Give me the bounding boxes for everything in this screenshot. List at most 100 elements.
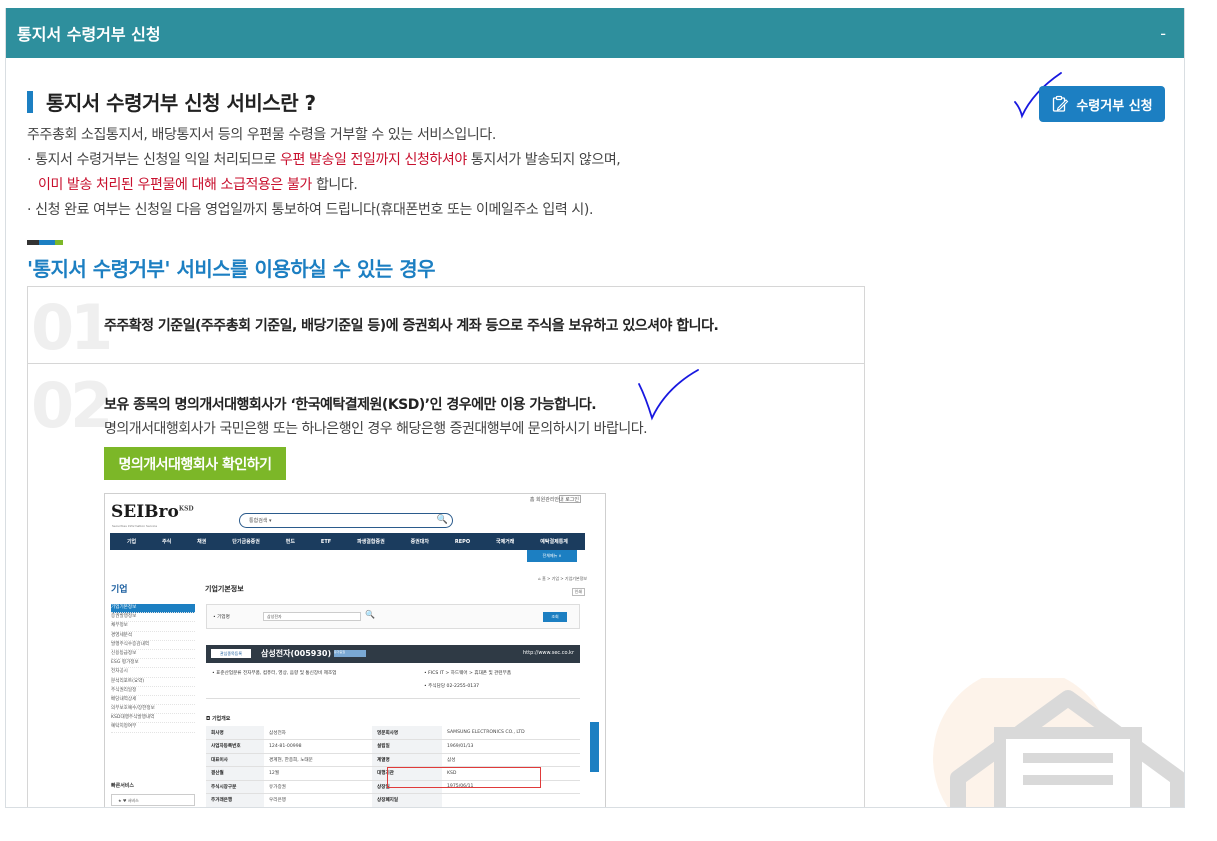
shot-search-input: 삼성전자 — [263, 612, 361, 621]
table-row: 대표이사 경계현, 한종희, 노태문 계열명 삼성 — [206, 753, 580, 767]
bullet-1-text-end: 통지서가 발송되지 않으며, — [466, 152, 621, 168]
title-bar — [27, 90, 33, 113]
table-cell: 대표이사 — [206, 753, 264, 767]
gnb-item: ETF — [320, 538, 332, 545]
shot-quick-box: ★ ♥ 서비스 — [111, 794, 195, 806]
gnb-item: 증권대차 — [410, 539, 429, 545]
table-cell: SAMSUNG ELECTRONICS CO., LTD — [442, 726, 580, 740]
table-cell: 12월 — [264, 766, 372, 781]
shot-lnb-title: 기업 — [111, 585, 128, 595]
shot-company-badge: 유가증권 — [334, 650, 366, 657]
seibro-screenshot: 홈 회원관리안내 로그인 SEIBroKSD Securities Inform… — [104, 493, 606, 807]
collapse-button[interactable]: - — [1160, 24, 1166, 43]
gnb-item: 국제거래 — [495, 539, 515, 545]
search-icon: 🔍 — [365, 610, 375, 619]
panel-header: 통지서 수령거부 신청 - — [6, 8, 1184, 58]
logo-text: SEIBro — [111, 502, 179, 522]
table-cell: 계열명 — [372, 753, 442, 767]
lnb-item: 채무정보 — [111, 622, 195, 632]
logo-sub: Securities Information Service — [112, 524, 158, 528]
lnb-item: 발행주식수증감내역 — [111, 641, 195, 650]
gnb-item: 기업 — [126, 539, 137, 545]
table-cell: 영문회사명 — [372, 726, 442, 740]
gnb-item: 주식 — [162, 539, 172, 545]
shot-info-a: • 표준산업분류 전자부품, 컴퓨터, 영상, 음향 및 통신장비 제조업 — [212, 671, 337, 676]
envelope-icon — [933, 678, 1184, 807]
check-mark-icon — [638, 369, 699, 421]
shot-gnb: 기업 주식 채권 단기금융증권 펀드 ETF 파생결합증권 증권대차 REPO … — [110, 533, 585, 550]
item-text: 주주확정 기준일(주주총회 기준일, 배당기준일 등)에 증권회사 계좌 등으로… — [104, 318, 719, 334]
shot-search-select: 통합검색 ▾ — [249, 518, 272, 524]
desc-line: 주주총회 소집통지서, 배당통지서 등의 우편물 수령을 거부할 수 있는 서비… — [27, 127, 496, 143]
table-cell — [442, 793, 580, 807]
shot-search-label: • 기업명 — [213, 615, 230, 620]
shot-search-box: • 기업명 삼성전자 🔍 조회 — [206, 604, 580, 629]
bullet-2: · 신청 완료 여부는 신청일 다음 영업일까지 통보하여 드립니다(휴대폰번호… — [27, 202, 594, 218]
apply-refusal-button[interactable]: 수령거부 신청 — [1039, 86, 1165, 122]
lnb-item: 기업기본정보 — [111, 604, 195, 614]
shot-top-links: 홈 회원관리안내 로그인 — [529, 497, 579, 503]
gnb-item: 채권 — [197, 539, 207, 545]
shot-all-menu: 전체메뉴 ∨ — [527, 550, 577, 562]
usage-title: '통지서 수령거부' 서비스를 이용하실 수 있는 경우 — [27, 257, 436, 281]
table-cell: 결산월 — [206, 766, 264, 781]
intro-description: 주주총회 소집통지서, 배당통지서 등의 우편물 수령을 거부할 수 있는 서비… — [27, 123, 621, 223]
table-cell: 주거래은행 — [206, 793, 264, 807]
shot-go-button: 조회 — [543, 612, 567, 622]
gnb-item: 파생결합증권 — [357, 539, 385, 545]
lnb-item: 분석리포트(요약) — [111, 678, 195, 687]
shot-company-name: 삼성전자(005930) — [261, 649, 332, 658]
usage-box: 01 주주확정 기준일(주주총회 기준일, 배당기준일 등)에 증권회사 계좌 … — [27, 286, 865, 807]
panel-title: 통지서 수령거부 신청 — [17, 25, 161, 44]
item-text: 명의개서대행회사가 국민은행 또는 하나은행인 경우 해당은행 증권대행부에 문… — [104, 421, 648, 437]
shot-table-title: ◘ 기업개요 — [206, 716, 231, 722]
bullet-1: · 통지서 수령거부는 신청일 익일 처리되므로 우편 발송일 전일까지 신청하… — [27, 148, 621, 173]
lnb-item: 의무보호예수/장한정보 — [111, 705, 195, 715]
seibro-logo: SEIBroKSD — [111, 502, 194, 522]
title-deco — [27, 240, 63, 245]
table-row: 회사명 삼성전자 영문회사명 SAMSUNG ELECTRONICS CO., … — [206, 726, 580, 740]
apply-button-label: 수령거부 신청 — [1076, 98, 1153, 114]
lnb-item: 주식권리일정 — [111, 687, 195, 696]
table-cell: 우리은행 — [264, 793, 372, 807]
search-icon: 🔍 — [436, 515, 448, 525]
table-cell: 유가증권 — [264, 780, 372, 794]
table-cell: 삼성전자 — [264, 726, 372, 740]
bullet-1b-highlight: 이미 발송 처리된 우편물에 대해 소급적용은 불가 — [38, 177, 312, 193]
shot-quick-title: 빠른서비스 — [111, 783, 135, 789]
refusal-panel: 통지서 수령거부 신청 - 통지서 수령거부 신청 서비스란 ? 수령거부 신청… — [5, 8, 1185, 808]
gnb-item: REPO — [454, 538, 471, 545]
table-cell: 상장폐지일 — [372, 793, 442, 807]
lnb-item: KSD대행주식발행내역 — [111, 714, 195, 724]
clipboard-pen-icon — [1053, 95, 1069, 112]
table-cell: 설립일 — [372, 739, 442, 754]
agent-highlight-box — [387, 767, 541, 788]
check-agent-button[interactable]: 명의개서대행회사 확인하기 — [104, 447, 286, 480]
table-cell: 삼성 — [442, 753, 580, 767]
table-row: 사업자등록번호 124-81-00998 설립일 1969/01/13 — [206, 739, 580, 754]
shot-page-title: 기업기본정보 — [205, 585, 244, 593]
bullet-1b-text: 합니다. — [311, 177, 358, 193]
bullet-1-highlight: 우편 발송일 전일까지 신청하셔야 — [280, 152, 467, 168]
usage-item-01: 01 주주확정 기준일(주주총회 기준일, 배당기준일 등)에 증권회사 계좌 … — [28, 287, 864, 364]
table-cell: 124-81-00998 — [264, 739, 372, 754]
shot-company-bar: 관심종목등록 삼성전자(005930) 유가증권 http://www.sec.… — [206, 645, 580, 663]
item-number: 01 — [31, 291, 113, 364]
shot-info: • 표준산업분류 전자부품, 컴퓨터, 영상, 음향 및 통신장비 제조업 • … — [206, 663, 580, 699]
lnb-item: ESG 평가정보 — [111, 659, 195, 669]
shot-breadcrumb: ⌂ 홈 > 기업 > 기업기본정보 — [538, 576, 587, 581]
gnb-item: 예탁결제통계 — [540, 539, 568, 545]
lnb-item: 증권발행정보 — [111, 613, 195, 623]
bullet-1b: 이미 발송 처리된 우편물에 대해 소급적용은 불가 합니다. — [27, 173, 620, 198]
item-text-bold: 보유 종목의 명의개서대행회사가 ‘한국예탁결제원(KSD)’인 경우에만 이용… — [104, 397, 597, 413]
table-cell: 회사명 — [206, 726, 264, 740]
lnb-item: 배당내역상세 — [111, 696, 195, 706]
intro-title: 통지서 수령거부 신청 서비스란 ? — [27, 87, 316, 116]
shot-company-url: http://www.sec.co.kr — [523, 650, 574, 656]
shot-company-tag: 관심종목등록 — [211, 649, 251, 658]
lnb-item: 신용등급정보 — [111, 650, 195, 660]
gnb-item: 펀드 — [285, 539, 295, 545]
table-row: 주거래은행 우리은행 상장폐지일 — [206, 793, 580, 807]
lnb-item: 전자공시 — [111, 668, 195, 678]
shot-search: 통합검색 ▾ 🔍 — [239, 513, 453, 528]
